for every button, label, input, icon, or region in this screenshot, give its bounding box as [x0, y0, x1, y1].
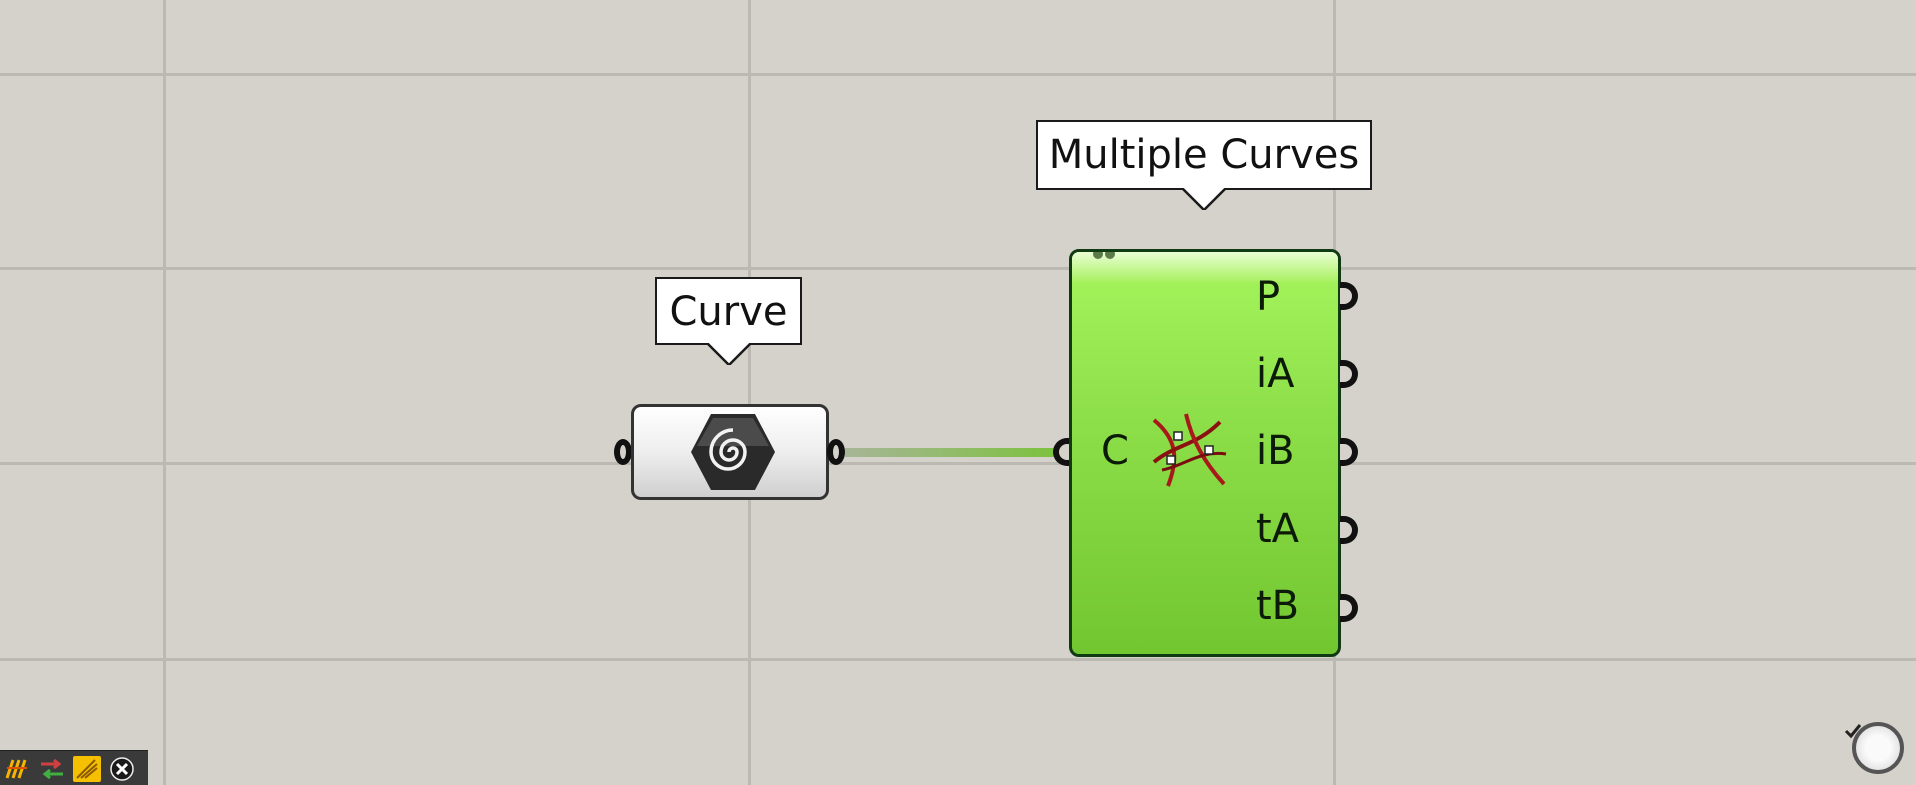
grid-line	[748, 0, 751, 785]
component-tooltip: Multiple Curves	[1036, 120, 1372, 210]
tooltip-tail	[1182, 188, 1226, 210]
connection-wire[interactable]	[845, 448, 1058, 457]
output-label-ia: iA	[1256, 351, 1295, 397]
status-toolbar	[0, 750, 148, 785]
shuffle-icon[interactable]	[38, 756, 66, 782]
curve-tooltip-label: Curve	[669, 289, 788, 335]
output-label-p: P	[1256, 274, 1281, 320]
curve-tooltip: Curve	[655, 277, 802, 365]
canvas-grid	[0, 0, 1916, 785]
output-label-ta: tA	[1256, 506, 1300, 552]
param-input-grip[interactable]	[614, 439, 632, 465]
param-output-grip[interactable]	[827, 439, 845, 465]
multiple-curves-intersection-icon	[1152, 413, 1227, 487]
grid-line	[163, 0, 166, 785]
input-label-c: C	[1101, 428, 1129, 474]
grid-line	[0, 73, 1916, 76]
close-icon[interactable]	[108, 756, 136, 782]
component-flag-icon	[1093, 252, 1115, 259]
grid-line	[0, 658, 1916, 661]
sketch-icon[interactable]	[73, 756, 101, 782]
curve-parameter[interactable]	[631, 404, 829, 500]
output-label-ib: iB	[1256, 428, 1295, 474]
component-tooltip-label: Multiple Curves	[1048, 132, 1360, 178]
multiple-curves-component[interactable]: C P iA iB tA tB	[1069, 249, 1341, 657]
grid-line	[0, 267, 1916, 270]
navigation-wheel-icon[interactable]	[1852, 722, 1904, 774]
grasshopper-icon[interactable]	[3, 756, 31, 782]
output-label-tb: tB	[1256, 583, 1300, 629]
curve-hexagon-icon	[691, 414, 775, 490]
grid-line	[0, 462, 1916, 465]
tooltip-tail	[706, 343, 751, 365]
